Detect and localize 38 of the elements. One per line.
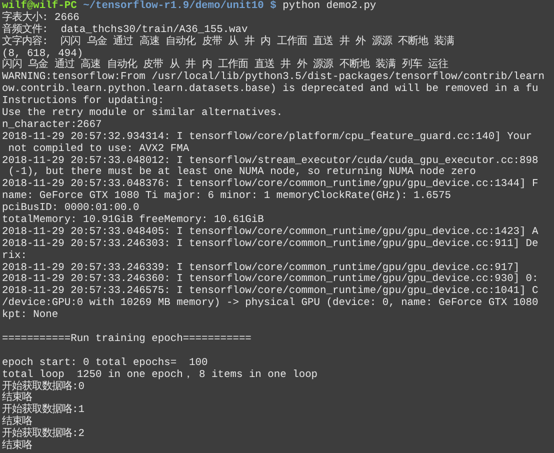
terminal-line: total loop 1250 in one epoch， 8 items in one loop: [2, 368, 318, 381]
terminal-line: 2018-11-29 20:57:33.246360: I tensorflow/core/common_runtime/gpu/gpu_device.cc:930] 0:: [2, 273, 538, 286]
terminal-line: 文字内容: 闪闪 乌金 通过 高速 自动化 皮带 从 井 内 工作面 直送 井 外 源源 不断地 装满: [2, 36, 454, 48]
terminal-line: 2018-11-29 20:57:33.246339: I tensorflow/core/common_runtime/gpu/gpu_device.cc:917]: [2, 262, 520, 274]
terminal-line: (-1), but there must be at least one NUMA node, so returning NUMA node zero: [7, 166, 476, 178]
terminal-line: /device:GPU:0 with 10269 MB memory) -> physical GPU (device: 0, name: GeForce GTX 1080: [2, 297, 538, 310]
terminal-line: 字表大小: 2666: [2, 12, 80, 24]
prompt-user: wilf@wilf-PC: [2, 0, 77, 12]
terminal-line: 2018-11-29 20:57:33.048376: I tensorflow/core/common_runtime/gpu/gpu_device.cc:1344] F: [2, 178, 538, 190]
terminal-line: 开始获取数据咯:2: [2, 428, 84, 440]
terminal-line: rix:: [2, 250, 27, 262]
prompt-path: ~/tensorflow-r1.9/demo/unit10 $: [83, 0, 276, 12]
terminal-line: pciBusID: 0000:01:00.0: [2, 202, 140, 214]
terminal-line: Use the retry module or similar alternatives.: [2, 107, 283, 120]
terminal-line: epoch start: 0 total epochs= 100: [2, 356, 208, 369]
terminal-line: ow.contrib.learn.python.learn.datasets.base) is deprecated and will be removed in a fu: [2, 83, 538, 96]
terminal-line: ===========Run training epoch===========: [2, 332, 252, 345]
terminal-line: 2018-11-29 20:57:33.246303: I tensorflow/core/common_runtime/gpu/gpu_device.cc:911] De: [2, 238, 538, 250]
terminal-line: not compiled to use: AVX2 FMA: [7, 142, 190, 155]
terminal-line: Instructions for updating:: [2, 95, 164, 108]
terminal-line: 开始获取数据咯:1: [2, 404, 84, 416]
terminal-line: (8, 618, 494): [2, 48, 84, 60]
terminal-line: 2018-11-29 20:57:33.246575: I tensorflow/core/common_runtime/gpu/gpu_device.cc:1041] C: [2, 285, 538, 298]
terminal-line: WARNING:tensorflow:From /usr/local/lib/python3.5/dist-packages/tensorflow/contrib/learn: [2, 71, 544, 84]
terminal-line: 2018-11-29 20:57:33.048405: I tensorflow/core/common_runtime/gpu/gpu_device.cc:1423] A: [2, 226, 538, 238]
terminal-line: name: GeForce GTX 1080 Ti major: 6 minor: 1 memoryClockRate(GHz): 1.6575: [2, 190, 451, 202]
terminal-line: 音频文件: data_thchs30/train/A36_155.wav: [2, 24, 248, 36]
terminal-line: n_character:2667: [2, 118, 102, 131]
terminal-line: 闪闪 乌金 通过 高速 自动化 皮带 从 井 内 工作面 直送 井 外 源源 不断地 装满 列车 运往: [2, 59, 448, 72]
terminal-line: 结束咯: [2, 416, 32, 428]
terminal-line: 结束咯: [2, 392, 32, 404]
command-text: python demo2.py: [282, 0, 376, 12]
terminal-line: 2018-11-29 20:57:33.048012: I tensorflow/stream_executor/cuda/cuda_gpu_executor.cc:898: [2, 154, 538, 167]
terminal-line: totalMemory: 10.91GiB freeMemory: 10.61GiB: [2, 214, 264, 226]
terminal-line: 开始获取数据咯:0: [2, 380, 84, 392]
terminal-line: kpt: None: [2, 309, 58, 322]
terminal-line: 2018-11-29 20:57:32.934314: I tensorflow/core/platform/cpu_feature_guard.cc:140] Your: [2, 130, 532, 143]
terminal-line: 结束咯: [2, 440, 32, 452]
